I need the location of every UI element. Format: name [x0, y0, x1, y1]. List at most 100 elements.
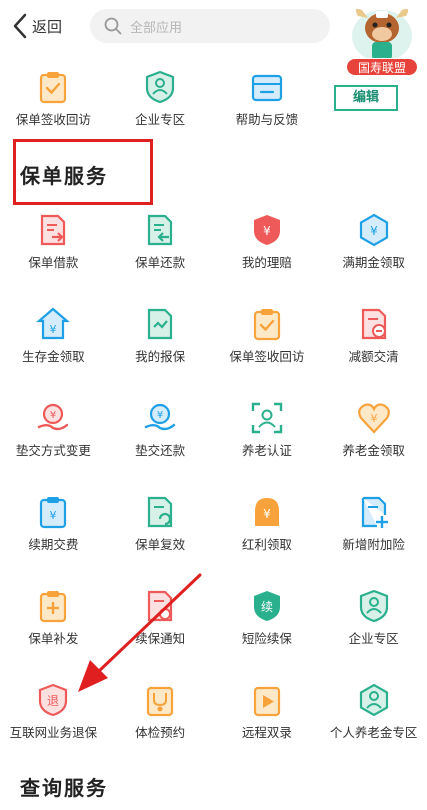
app-label: 新增附加险 — [342, 537, 405, 552]
app-item[interactable]: ¥ 我的理赔 — [214, 213, 321, 307]
app-item[interactable]: ¥ 垫交还款 — [107, 401, 214, 495]
reduced-paidup-icon — [361, 308, 386, 340]
app-item[interactable]: 保单签收回访 — [0, 70, 107, 128]
svg-text:¥: ¥ — [370, 412, 377, 425]
edit-button[interactable]: 编辑 — [334, 85, 398, 111]
remote-record-icon — [253, 686, 280, 717]
back-button[interactable]: 返回 — [12, 12, 62, 40]
app-item[interactable]: ¥ 满期金领取 — [320, 213, 427, 307]
pension-collect-icon: ¥ — [357, 403, 390, 434]
svg-text:¥: ¥ — [50, 410, 56, 421]
policy-reinstate-icon — [148, 496, 173, 528]
mascot-icon — [352, 8, 412, 62]
app-item[interactable]: 帮助与反馈 — [214, 70, 321, 128]
advance-repay-icon: ¥ — [144, 403, 176, 431]
dividend-collect-icon: ¥ — [254, 498, 279, 526]
clipboard-check-icon — [253, 309, 280, 341]
app-label: 保单补发 — [28, 631, 79, 646]
maturity-benefit-icon: ¥ — [359, 213, 388, 247]
app-item[interactable]: 续 短险续保 — [214, 589, 321, 683]
app-item[interactable]: 保单签收回访 — [214, 307, 321, 401]
app-item[interactable]: 个人养老金专区 — [320, 683, 427, 741]
app-item[interactable]: 减额交清 — [320, 307, 427, 401]
svg-text:退: 退 — [47, 694, 59, 708]
policy-repay-icon — [148, 214, 173, 246]
pension-auth-icon — [251, 402, 283, 434]
app-label: 帮助与反馈 — [235, 112, 299, 127]
app-item[interactable]: 保单补发 — [0, 589, 107, 683]
app-label: 保单复效 — [135, 537, 186, 552]
svg-text:续: 续 — [261, 600, 273, 614]
app-item[interactable]: ¥ 养老金领取 — [320, 401, 427, 495]
app-label: 体检预约 — [135, 725, 186, 740]
app-item[interactable]: 退 互联网业务退保 — [0, 683, 107, 741]
app-label: 保单借款 — [28, 255, 79, 270]
annotation-highlight-box — [13, 139, 153, 205]
my-report-icon — [148, 308, 173, 340]
svg-text:¥: ¥ — [157, 410, 163, 421]
app-label: 养老认证 — [241, 443, 292, 458]
app-label: 垫交方式变更 — [15, 443, 91, 458]
app-item[interactable]: ¥ 红利领取 — [214, 495, 321, 589]
app-item[interactable]: 续保通知 — [107, 589, 214, 683]
svg-text:¥: ¥ — [370, 224, 378, 238]
app-label: 生存金领取 — [22, 349, 85, 364]
app-label: 减额交清 — [348, 349, 399, 364]
advance-payment-icon: ¥ — [38, 403, 69, 431]
app-item[interactable]: 我的报保 — [107, 307, 214, 401]
app-label: 我的报保 — [135, 349, 186, 364]
app-item[interactable]: ¥ 生存金领取 — [0, 307, 107, 401]
search-input[interactable]: 全部应用 — [90, 9, 330, 43]
app-label: 续期交费 — [28, 537, 79, 552]
app-label: 保单还款 — [135, 255, 186, 270]
survival-benefit-icon: ¥ — [36, 307, 71, 340]
svg-text:¥: ¥ — [50, 509, 57, 522]
policy-reissue-icon — [40, 591, 67, 623]
people-shield-icon — [146, 70, 175, 104]
app-label: 企业专区 — [348, 631, 399, 646]
search-icon — [104, 17, 122, 35]
app-label: 满期金领取 — [342, 255, 405, 270]
svg-text:¥: ¥ — [263, 224, 271, 238]
search-placeholder: 全部应用 — [130, 20, 183, 36]
app-label: 互联网业务退保 — [9, 725, 98, 740]
app-item[interactable]: 体检预约 — [107, 683, 214, 741]
renewal-notice-icon — [148, 590, 173, 622]
app-item[interactable]: ¥ 垫交方式变更 — [0, 401, 107, 495]
app-label: 我的理赔 — [241, 255, 292, 270]
app-label: 养老金领取 — [342, 443, 405, 458]
app-item[interactable]: 保单复效 — [107, 495, 214, 589]
section-title-query: 查询服务 — [20, 776, 108, 800]
add-rider-icon — [361, 496, 388, 528]
chevron-left-icon — [13, 13, 27, 39]
policy-apps-grid: 保单借款 保单还款 ¥ 我的理赔 ¥ 满期金领取 ¥ 生存金领取 我的报保 保单… — [0, 213, 427, 741]
app-item[interactable]: 保单借款 — [0, 213, 107, 307]
app-item[interactable]: 新增附加险 — [320, 495, 427, 589]
app-label: 保单签收回访 — [15, 112, 91, 127]
app-item[interactable]: 企业专区 — [107, 70, 214, 128]
renewal-payment-icon: ¥ — [40, 497, 67, 529]
app-label: 个人养老金专区 — [329, 725, 418, 740]
personal-pension-icon — [359, 683, 388, 717]
app-item[interactable]: ¥ 续期交费 — [0, 495, 107, 589]
short-term-renew-icon: 续 — [253, 591, 280, 621]
app-item[interactable]: 保单还款 — [107, 213, 214, 307]
app-label: 远程双录 — [241, 725, 292, 740]
app-label: 垫交还款 — [135, 443, 186, 458]
app-item[interactable]: 远程双录 — [214, 683, 321, 741]
app-item[interactable]: 养老认证 — [214, 401, 321, 495]
internet-surrender-icon: 退 — [39, 683, 68, 717]
app-label: 续保通知 — [135, 631, 186, 646]
back-label: 返回 — [32, 17, 63, 36]
app-label: 保单签收回访 — [229, 349, 305, 364]
medical-exam-icon — [147, 686, 174, 717]
app-label: 企业专区 — [135, 112, 186, 127]
policy-loan-icon — [41, 214, 66, 246]
app-item[interactable]: 企业专区 — [320, 589, 427, 683]
people-shield-icon — [359, 589, 388, 623]
svg-text:¥: ¥ — [50, 323, 57, 336]
my-claim-icon: ¥ — [253, 215, 280, 245]
app-label: 红利领取 — [241, 537, 292, 552]
clipboard-check-icon — [40, 72, 67, 104]
help-envelope-icon — [251, 74, 282, 102]
